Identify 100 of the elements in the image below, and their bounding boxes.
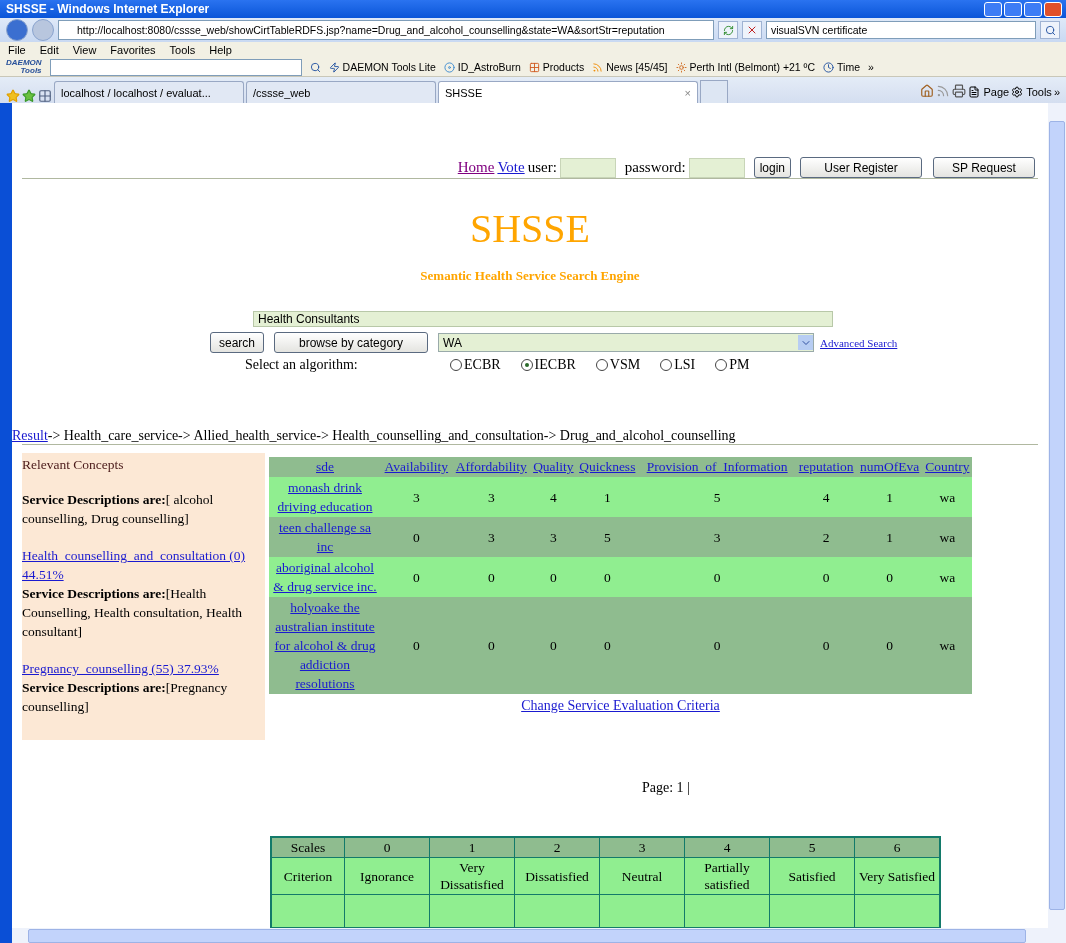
close-button[interactable] — [1044, 1, 1062, 17]
toolbar-logo: DAEMON Tools — [6, 59, 42, 75]
radio-label: VSM — [609, 357, 641, 373]
home-icon[interactable] — [920, 84, 935, 98]
table-cell: 3 — [381, 477, 452, 517]
menu-item[interactable]: View — [72, 44, 97, 56]
search-button[interactable] — [1040, 21, 1060, 39]
password-field[interactable] — [688, 157, 745, 178]
table-cell: 0 — [575, 557, 639, 597]
toolbar-item[interactable]: Time — [823, 61, 860, 73]
column-header[interactable]: sde — [316, 459, 334, 474]
browser-tab[interactable]: SHSSE × — [438, 81, 698, 103]
search-button[interactable]: search — [210, 332, 265, 353]
more-item[interactable]: » — [868, 61, 874, 73]
stop-button[interactable] — [742, 21, 762, 39]
grid-icon — [528, 61, 540, 73]
help-window-button[interactable] — [984, 1, 1002, 17]
menu-item[interactable]: Help — [209, 44, 232, 56]
advanced-search-link[interactable]: Advanced Search — [820, 336, 898, 349]
table-cell: 3 — [638, 517, 796, 557]
refresh-icon — [722, 24, 734, 36]
grid-icon[interactable] — [38, 89, 52, 103]
site-subtitle: Semantic Health Service Search Engine — [419, 268, 641, 284]
minimize-button[interactable] — [1004, 1, 1022, 17]
toolbar-item[interactable]: Products — [528, 61, 585, 73]
column-header[interactable]: Quickness — [579, 459, 636, 474]
toolbar-item[interactable]: DAEMON Tools Lite — [328, 61, 436, 73]
table-cell: 0 — [381, 597, 452, 694]
table-cell: 5 — [638, 477, 796, 517]
maximize-button[interactable] — [1024, 1, 1042, 17]
menu-item[interactable]: Tools — [169, 44, 196, 56]
menu-item[interactable]: File — [8, 44, 26, 56]
service-link[interactable]: aboriginal alcohol & drug service inc. — [270, 558, 380, 596]
table-cell: Ignorance — [344, 857, 430, 895]
table-cell: Neutral — [599, 857, 685, 895]
pagination: Page: 1 | — [642, 780, 691, 796]
table-cell: 0 — [575, 597, 639, 694]
vote-link[interactable]: Vote — [497, 159, 525, 176]
state-select[interactable]: WA — [438, 333, 815, 352]
printer-icon[interactable] — [952, 84, 967, 98]
table-cell: Dissatisfied — [514, 857, 600, 895]
table-cell: 5 — [769, 837, 855, 858]
search-icon — [1044, 24, 1056, 36]
table-cell: 0 — [795, 557, 857, 597]
user-field[interactable] — [559, 157, 616, 178]
table-cell: wa — [922, 597, 972, 694]
result-link[interactable]: Result — [12, 428, 48, 443]
table-cell: 0 — [856, 557, 923, 597]
more-item[interactable]: » — [1053, 86, 1060, 98]
address-field[interactable]: http://localhost:8080/cssse_web/showCirtTableRDFS.jsp?name=Drug_and_alcohol_counselling&state=WA&sortStr=reputation — [58, 20, 714, 40]
command-item[interactable]: Tools — [1011, 86, 1052, 98]
site-title: SHSSE — [468, 205, 592, 252]
refresh-button[interactable] — [718, 21, 738, 39]
concept-link[interactable]: Health_counselling_and_consultation (0) 44.51% — [22, 546, 265, 584]
table-cell: 1 — [856, 477, 923, 517]
table-cell: 0 — [530, 597, 576, 694]
radio-label: LSI — [674, 357, 696, 373]
column-header[interactable]: Availability — [384, 459, 449, 474]
column-header[interactable]: reputation — [798, 459, 854, 474]
table-cell: 0 — [451, 557, 531, 597]
table-cell: 0 — [856, 597, 923, 694]
register-button[interactable]: User Register — [800, 157, 922, 178]
toolbar-dropdown[interactable] — [49, 58, 302, 76]
change-criteria-link[interactable]: Change Service Evaluation Criteria — [521, 698, 720, 714]
table-cell: 4 — [795, 477, 857, 517]
login-button[interactable]: login — [753, 157, 791, 178]
zoom-icon — [309, 61, 321, 73]
close-tab-icon[interactable]: × — [684, 86, 691, 99]
menu-item[interactable]: Edit — [39, 44, 59, 56]
page-icon — [968, 86, 981, 98]
toolbar-item[interactable]: News [45/45] — [592, 61, 668, 73]
browse-button[interactable]: browse by category — [274, 332, 429, 353]
table-cell: 0 — [451, 597, 531, 694]
request-button[interactable]: SP Request — [933, 157, 1035, 178]
toolbar-item[interactable]: Perth Intl (Belmont) +21 ºC — [675, 61, 816, 73]
search-field[interactable]: Health Consultants — [253, 311, 833, 327]
toolbar-item[interactable]: ID_AstroBurn — [443, 61, 521, 73]
column-header[interactable]: Quality — [533, 459, 574, 474]
browser-tab[interactable]: /cssse_web — [246, 81, 436, 103]
back-button[interactable] — [6, 19, 28, 41]
table-cell: wa — [922, 477, 972, 517]
star-icon[interactable] — [6, 89, 20, 103]
column-header[interactable]: Affordability — [455, 459, 527, 474]
command-item[interactable]: Page — [968, 86, 1010, 98]
search-field[interactable]: visualSVN certificate — [766, 21, 1036, 39]
disc-icon — [443, 61, 455, 73]
table-cell: Criterion — [271, 857, 345, 895]
home-link[interactable]: Home — [457, 159, 495, 176]
service-link[interactable]: holyoake the australian institute for alcohol & drug addiction resolutions — [270, 598, 380, 693]
star-icon[interactable] — [22, 89, 36, 103]
browser-tab[interactable]: localhost / localhost / evaluat... — [54, 81, 244, 103]
column-header[interactable]: numOfEva — [860, 459, 920, 474]
table-cell: 0 — [795, 597, 857, 694]
menu-item[interactable]: Favorites — [110, 44, 156, 56]
table-cell: 3 — [599, 837, 685, 858]
table-cell: Very Dissatisfied — [429, 857, 515, 895]
concept-link[interactable]: Pregnancy_counselling (55) 37.93% — [22, 659, 265, 678]
close-icon — [746, 24, 758, 36]
column-header[interactable]: Country — [925, 459, 970, 474]
column-header[interactable]: Provision_of_Information — [646, 459, 788, 474]
